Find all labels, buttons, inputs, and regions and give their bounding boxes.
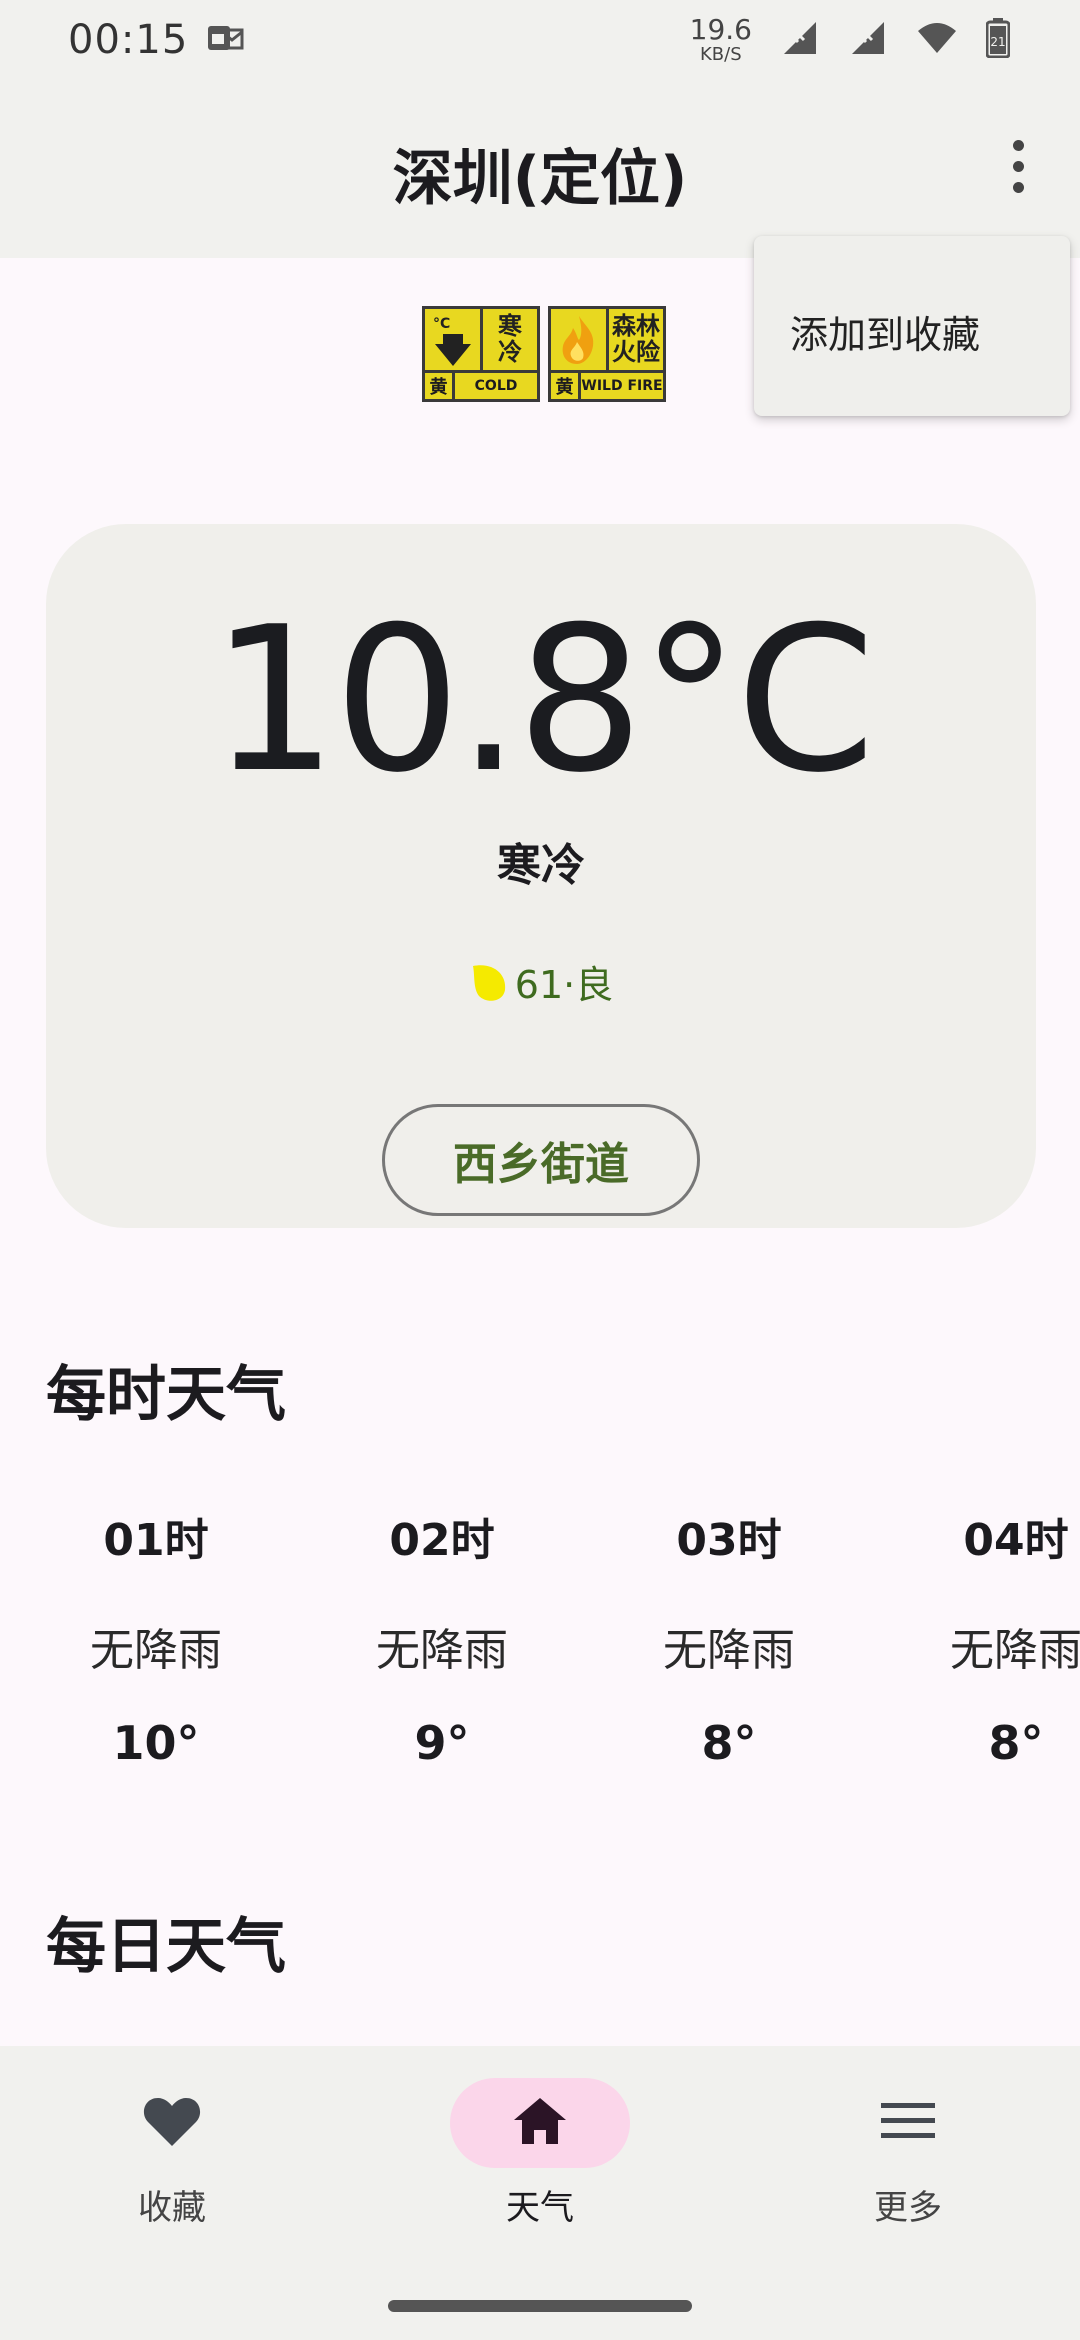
- top-app-bar: 深圳(定位): [0, 80, 1080, 258]
- hour-temp: 8°: [988, 1716, 1044, 1770]
- warning-char: 森林: [612, 312, 660, 341]
- warning-char: 冷: [498, 337, 522, 366]
- warning-level: 黄: [425, 373, 455, 399]
- menu-icon: [881, 2101, 935, 2145]
- home-icon: [512, 2096, 568, 2150]
- hour-time: 01时: [103, 1515, 209, 1566]
- hour-time: 03时: [676, 1515, 782, 1566]
- warning-level: 黄: [551, 373, 581, 399]
- warning-badge-wildfire[interactable]: 森林 火险 黄 WILD FIRE: [548, 306, 666, 402]
- home-indicator[interactable]: [388, 2300, 692, 2312]
- weather-condition: 寒冷: [497, 840, 585, 891]
- warning-badge-cold[interactable]: °C 寒 冷 黄 COLD: [422, 306, 540, 402]
- fire-icon: [551, 309, 609, 370]
- nav-label: 天气: [506, 2188, 574, 2228]
- svg-text:°C: °C: [433, 316, 450, 332]
- network-speed: 19.6 KB/S: [689, 13, 752, 65]
- nav-label: 收藏: [138, 2188, 206, 2228]
- wifi-icon: [916, 21, 958, 59]
- hour-time: 02时: [389, 1515, 495, 1566]
- nav-item-weather[interactable]: 天气: [420, 2078, 660, 2229]
- nav-item-more[interactable]: 更多: [788, 2078, 1028, 2229]
- daily-section-title: 每日天气: [46, 1912, 286, 1982]
- hour-temp: 9°: [414, 1716, 470, 1770]
- nav-label: 更多: [874, 2188, 942, 2228]
- aqi-value: 61·良: [514, 963, 614, 1007]
- more-vertical-icon: [1012, 139, 1024, 151]
- more-options-button[interactable]: [986, 130, 1050, 202]
- page-title: 深圳(定位): [392, 144, 688, 214]
- weather-warnings: °C 寒 冷 黄 COLD 森林 火险 黄 WILD FIRE: [422, 306, 666, 402]
- hour-precip: 无降雨: [950, 1625, 1080, 1676]
- overflow-menu: 添加到收藏: [754, 236, 1070, 416]
- battery-icon: 21: [985, 18, 1011, 62]
- hour-time: 04时: [963, 1515, 1069, 1566]
- nav-item-favorites[interactable]: 收藏: [52, 2078, 292, 2229]
- menu-item-add-to-favorites[interactable]: 添加到收藏: [790, 304, 980, 359]
- current-temperature: 10.8°C: [210, 584, 876, 817]
- warning-char: 寒: [498, 312, 522, 341]
- warning-label-en: WILD FIRE: [581, 378, 663, 394]
- cell-signal-icon: [780, 20, 820, 60]
- hourly-section-title: 每时天气: [46, 1360, 286, 1430]
- cell-signal-2-icon: [848, 20, 888, 60]
- warning-label-en: COLD: [474, 378, 518, 394]
- hour-precip: 无降雨: [663, 1625, 795, 1676]
- current-weather-card: 10.8°C 寒冷 61·良 西乡街道: [46, 524, 1036, 1228]
- hour-precip: 无降雨: [90, 1625, 222, 1676]
- hour-precip: 无降雨: [376, 1625, 508, 1676]
- leaf-icon: [469, 960, 509, 1004]
- hour-temp: 8°: [701, 1716, 757, 1770]
- heart-icon: [142, 2094, 202, 2152]
- bottom-navigation: 收藏 天气 更多: [0, 2046, 1080, 2340]
- thermometer-icon: °C: [425, 309, 483, 370]
- hour-temp: 10°: [112, 1716, 200, 1770]
- air-quality[interactable]: 61·良: [46, 954, 1036, 1009]
- notification-icon: [206, 22, 246, 58]
- svg-text:21: 21: [990, 35, 1005, 49]
- status-time: 00:15: [68, 17, 189, 63]
- warning-char: 火险: [612, 337, 660, 366]
- status-bar: 00:15 19.6 KB/S 21: [0, 0, 1080, 80]
- district-button[interactable]: 西乡街道: [382, 1104, 700, 1216]
